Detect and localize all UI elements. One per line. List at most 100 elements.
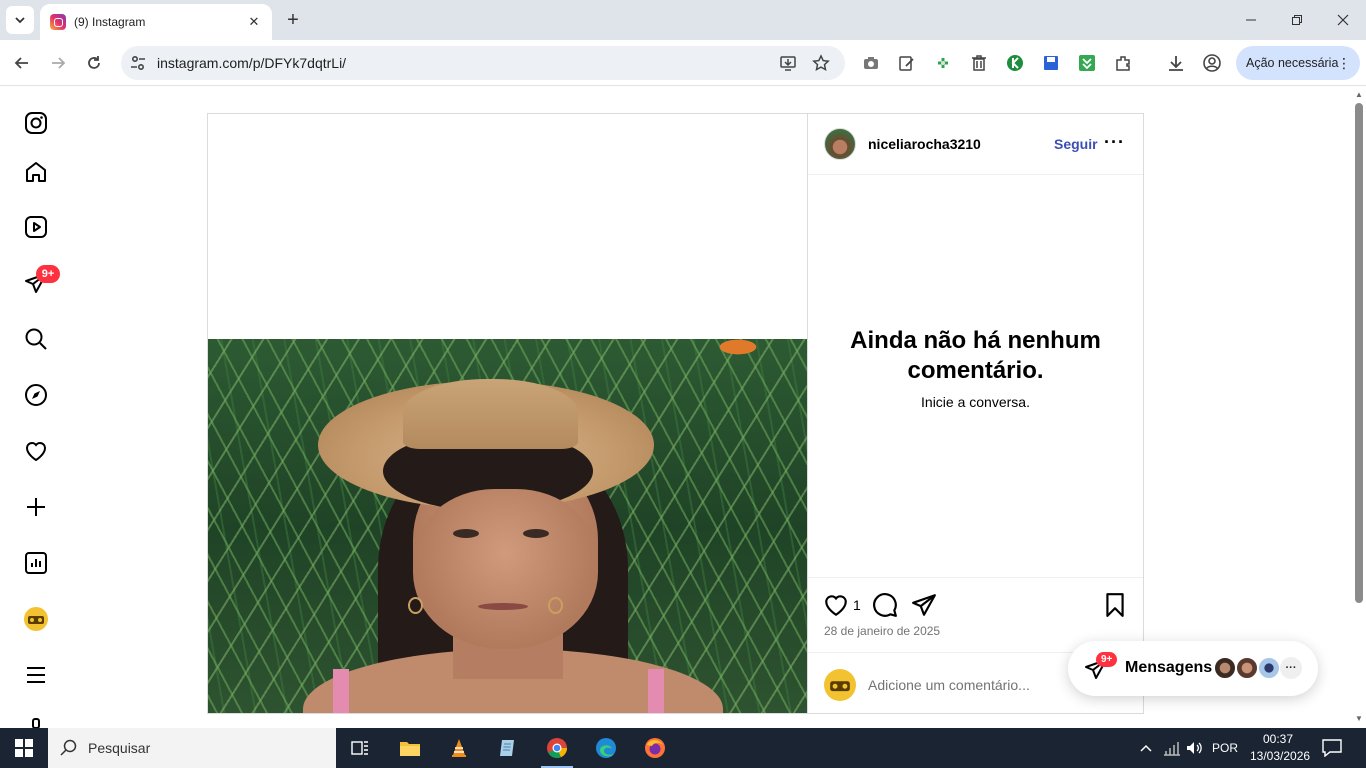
post-date[interactable]: 28 de janeiro de 2025 [824,624,940,638]
notes-app-button[interactable] [484,728,532,768]
tab-title: (9) Instagram [74,15,146,29]
reload-icon [88,56,100,69]
edit-extension-icon[interactable] [897,53,917,73]
vlc-button[interactable] [435,728,483,768]
post-sidebar: niceliarocha3210 Seguir ··· Ainda não há… [808,114,1143,713]
trash-extension-icon[interactable] [969,53,989,73]
messages-label: Mensagens [1125,659,1213,676]
site-settings-icon[interactable] [129,54,147,72]
install-app-icon[interactable] [779,54,797,72]
folder-icon [400,742,420,756]
network-icon[interactable] [1163,728,1181,768]
post-header: niceliarocha3210 Seguir ··· [808,114,1143,175]
save-bookmark-icon[interactable] [1102,592,1128,618]
author-avatar[interactable] [824,128,856,160]
browser-tab-instagram[interactable]: (9) Instagram ✕ [40,4,272,40]
scroll-up-icon[interactable]: ▲ [1354,90,1364,100]
profile-icon[interactable] [1202,53,1222,73]
url-text[interactable]: instagram.com/p/DFYk7dqtrLi/ [157,55,346,71]
follow-button[interactable]: Seguir [1054,136,1098,152]
close-window-button[interactable] [1320,0,1366,40]
search-icon [60,739,77,756]
no-comments-title: Ainda não há nenhum comentário. [850,327,1101,384]
reels-icon[interactable] [22,213,50,241]
browser-toolbar: instagram.com/p/DFYk7dqtrLi/ Ação necess… [0,40,1366,86]
reload-button[interactable] [80,49,108,77]
scrollbar-thumb[interactable] [1355,103,1363,603]
forward-button[interactable] [44,49,72,77]
scroll-down-icon[interactable]: ▼ [1354,714,1364,724]
instagram-logo-icon[interactable] [22,109,50,137]
tab-strip: (9) Instagram ✕ + [0,0,1366,40]
tab-search-button[interactable] [6,6,34,34]
comment-input[interactable]: Adicione um comentário... [868,677,1030,693]
edge-button[interactable] [582,728,630,768]
clock-time: 00:37 [1262,732,1294,746]
chrome-button[interactable] [533,728,581,768]
profile-avatar-icon[interactable] [22,605,50,633]
file-explorer-button[interactable] [386,728,434,768]
author-username[interactable]: niceliarocha3210 [868,136,981,152]
windows-taskbar: Pesquisar POR 00:37 13/03/2026 [0,728,1366,768]
back-button[interactable] [8,49,36,77]
notepad-icon [500,740,514,756]
create-plus-icon[interactable] [22,493,50,521]
k-extension-icon[interactable] [1005,53,1025,73]
conversation-avatar [1235,656,1259,680]
arrow-left-icon [14,57,28,69]
task-view-button[interactable] [336,728,384,768]
post-media[interactable] [208,114,808,713]
minimize-button[interactable] [1228,0,1274,40]
messages-drawer-button[interactable]: 9+ Mensagens ··· [1068,641,1318,696]
task-view-icon [351,741,368,755]
home-icon[interactable] [22,158,50,186]
more-vert-icon: ⋮ [1337,55,1351,71]
comment-icon[interactable] [872,592,898,618]
input-language[interactable]: POR [1212,728,1238,768]
bookmark-star-icon[interactable] [812,54,830,72]
more-conversations-icon: ··· [1280,657,1302,679]
explore-compass-icon[interactable] [22,381,50,409]
search-icon[interactable] [22,325,50,353]
more-menu-icon[interactable] [22,661,50,689]
like-count[interactable]: 1 [853,597,861,613]
restore-button[interactable] [1274,0,1320,40]
new-tab-button[interactable]: + [282,9,304,31]
extensions-puzzle-icon[interactable] [1113,53,1133,73]
taskbar-clock[interactable]: 00:37 13/03/2026 [1250,731,1311,765]
arrow-right-icon [52,57,66,69]
like-heart-icon[interactable] [823,592,849,618]
windows-logo-icon [15,739,33,757]
volume-icon[interactable] [1185,728,1203,768]
more-options-icon[interactable]: ··· [1104,132,1125,153]
taskbar-search[interactable]: Pesquisar [48,728,336,768]
instagram-favicon-icon [50,14,66,30]
camera-extension-icon[interactable] [861,53,881,73]
vlc-cone-icon [452,739,466,757]
close-tab-icon[interactable]: ✕ [246,14,262,30]
notifications-heart-icon[interactable] [22,437,50,465]
firefox-button[interactable] [631,728,679,768]
restore-icon [1292,15,1302,25]
firefox-icon [645,738,665,758]
dashboard-chart-icon[interactable] [22,549,50,577]
messages-badge: 9+ [1096,652,1118,667]
tray-overflow-icon[interactable] [1139,728,1153,768]
chevron-down-icon [15,17,25,24]
my-avatar [824,669,856,701]
puzzle-green-extension-icon[interactable] [933,53,953,73]
conversation-avatar [1257,656,1281,680]
notifications-center-icon[interactable] [1322,728,1342,768]
clock-date: 13/03/2026 [1250,749,1311,763]
address-bar[interactable]: instagram.com/p/DFYk7dqtrLi/ [121,46,845,80]
action-needed-button[interactable]: Ação necessária ⋮ [1236,46,1360,80]
messages-notification-badge: 9+ [36,265,60,283]
save-extension-icon[interactable] [1041,53,1061,73]
also-from-meta-icon[interactable] [22,713,50,728]
downloads-icon[interactable] [1166,53,1186,73]
minimize-icon [1246,19,1256,21]
download-green-extension-icon[interactable] [1077,53,1097,73]
start-button[interactable] [0,728,48,768]
share-icon[interactable] [911,592,937,618]
edge-icon [596,738,616,758]
